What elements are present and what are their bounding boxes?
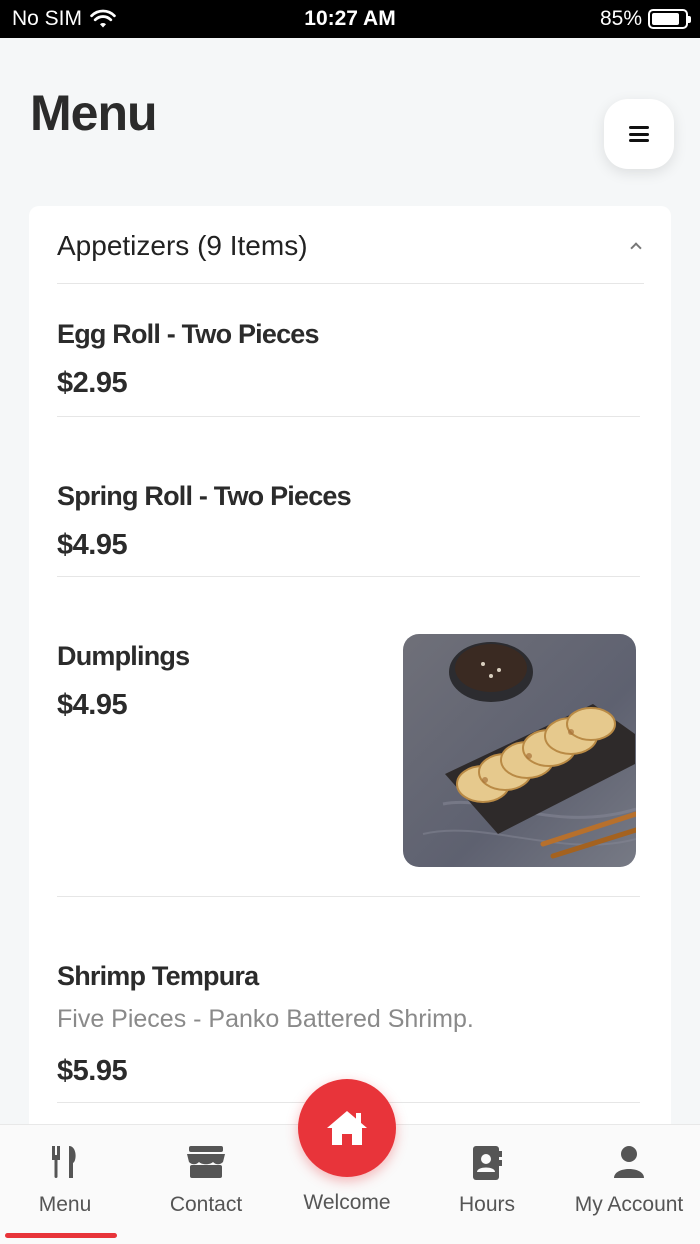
category-title: Appetizers (9 Items) bbox=[57, 230, 308, 261]
menu-item[interactable]: Dumplings $4.95 bbox=[57, 577, 640, 897]
home-icon bbox=[327, 1111, 367, 1145]
chevron-up-icon[interactable] bbox=[630, 242, 642, 254]
menu-button[interactable] bbox=[604, 99, 674, 169]
category-card: Appetizers (9 Items) Egg Roll - Two Piec… bbox=[29, 206, 671, 1166]
menu-item-description: Five Pieces - Panko Battered Shrimp. bbox=[57, 1005, 474, 1033]
utensils-icon bbox=[52, 1146, 76, 1178]
page-title: Menu bbox=[30, 85, 158, 141]
storefront-icon bbox=[187, 1146, 225, 1178]
status-time: 10:27 AM bbox=[304, 7, 396, 30]
hamburger-icon bbox=[629, 126, 649, 142]
status-bar: No SIM 10:27 AM 85% bbox=[0, 0, 700, 38]
menu-item-price: $4.95 bbox=[57, 529, 128, 561]
menu-item-name: Egg Roll - Two Pieces bbox=[57, 319, 320, 349]
nav-label: Contact bbox=[169, 1193, 243, 1216]
menu-item-name: Dumplings bbox=[57, 641, 190, 671]
menu-item-price: $2.95 bbox=[57, 367, 128, 399]
nav-label: Menu bbox=[38, 1193, 92, 1216]
menu-item-name: Spring Roll - Two Pieces bbox=[57, 481, 352, 511]
menu-item-name: Shrimp Tempura bbox=[57, 961, 259, 991]
nav-label: Hours bbox=[458, 1193, 516, 1216]
battery-icon bbox=[648, 9, 691, 29]
nav-label: Welcome bbox=[303, 1191, 391, 1214]
battery-level bbox=[652, 13, 680, 25]
home-button[interactable] bbox=[298, 1079, 396, 1177]
active-indicator bbox=[5, 1233, 117, 1238]
nav-item-contact[interactable]: Contact bbox=[136, 1125, 276, 1244]
nav-item-menu[interactable]: Menu bbox=[0, 1125, 135, 1244]
category-header[interactable]: Appetizers (9 Items) bbox=[57, 226, 644, 284]
menu-item-price: $4.95 bbox=[57, 689, 128, 721]
dumplings-photo[interactable] bbox=[403, 634, 636, 867]
nav-label: My Account bbox=[574, 1193, 684, 1216]
battery-percent: 85% bbox=[599, 7, 642, 30]
menu-item-price: $5.95 bbox=[57, 1055, 128, 1087]
contact-book-icon bbox=[473, 1146, 502, 1180]
menu-item[interactable]: Spring Roll - Two Pieces $4.95 bbox=[57, 417, 640, 577]
menu-item[interactable]: Shrimp Tempura Five Pieces - Panko Batte… bbox=[57, 897, 640, 1103]
menu-item[interactable]: Egg Roll - Two Pieces $2.95 bbox=[57, 285, 640, 417]
user-icon bbox=[614, 1146, 644, 1178]
nav-item-hours[interactable]: Hours bbox=[417, 1125, 557, 1244]
nav-item-my-account[interactable]: My Account bbox=[559, 1125, 699, 1244]
status-right: 85% bbox=[599, 7, 691, 31]
